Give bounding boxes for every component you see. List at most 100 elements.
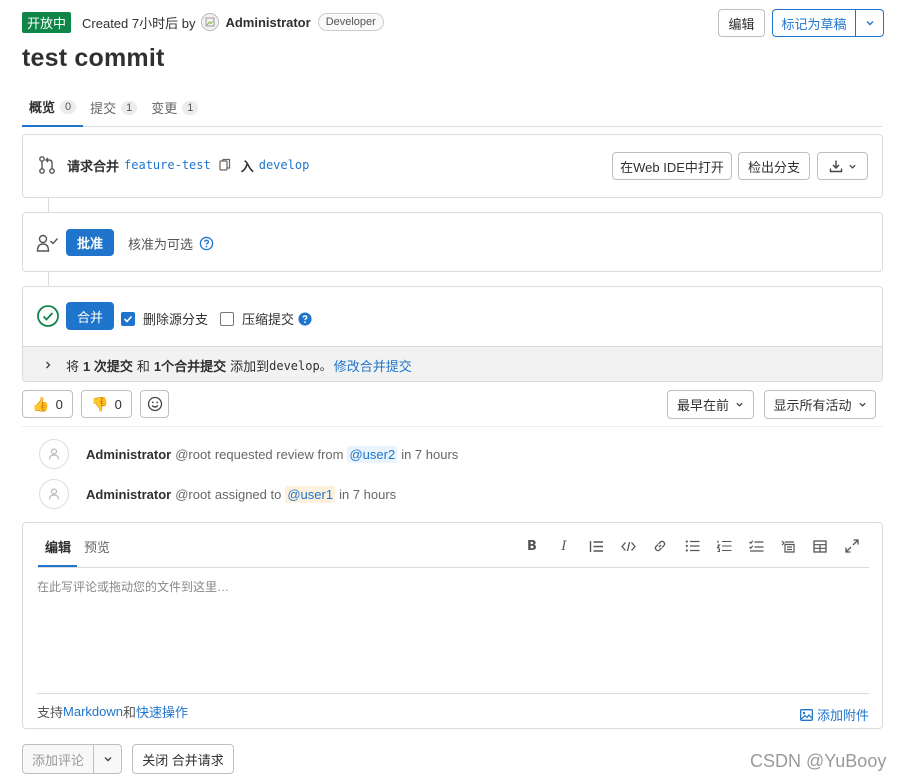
author-name[interactable]: Administrator — [225, 15, 310, 30]
activity-handle[interactable]: @root — [175, 447, 211, 462]
comment-editor: 编辑 预览 B I 在此写评论或拖动您的文件到这里… 支持 Markdown 和… — [22, 522, 883, 729]
italic-icon[interactable]: I — [556, 538, 572, 554]
task-list-icon[interactable] — [748, 538, 764, 554]
attach-file-button[interactable]: 添加附件 — [800, 705, 869, 724]
modify-merge-commit-link[interactable]: 修改合并提交 — [334, 356, 412, 375]
thumbs-down-icon: 👎 — [91, 395, 109, 412]
into-text: 入 — [240, 158, 254, 174]
question-icon[interactable] — [199, 236, 214, 251]
fullscreen-icon[interactable] — [844, 538, 860, 554]
footer-and: 和 — [122, 705, 136, 720]
mr-tabs: 概览 0 提交 1 变更 1 — [22, 88, 882, 127]
user-avatar-icon — [39, 439, 69, 469]
task-list-glyph — [748, 540, 763, 552]
quote-glyph — [589, 540, 603, 552]
add-reaction-button[interactable] — [140, 390, 169, 418]
info-branch: develop。 — [269, 358, 332, 373]
activity-time: in 7 hours — [401, 446, 459, 462]
tab-commits[interactable]: 提交 1 — [83, 88, 144, 127]
status-badge: 开放中 — [22, 11, 72, 33]
copy-branch-icon[interactable] — [219, 158, 231, 172]
timeline-connector — [48, 272, 49, 286]
mark-as-draft-button[interactable]: 标记为草稿 — [773, 10, 856, 36]
editor-footer: 支持 Markdown 和 快速操作 添加附件 — [37, 693, 869, 729]
code-glyph — [620, 541, 636, 551]
editor-tabs: 编辑 预览 B I — [37, 523, 869, 568]
activity-item: Administrator @root requested review fro… — [39, 439, 458, 469]
avatar[interactable] — [201, 13, 220, 31]
activity-filter-dropdown[interactable]: 显示所有活动 — [764, 390, 876, 419]
info-added-to: 添加到 — [230, 358, 270, 374]
created-text: Created 7小时后 by — [82, 15, 196, 31]
close-merge-request-button[interactable]: 关闭 合并请求 — [132, 744, 234, 774]
chevron-down-icon — [736, 402, 743, 407]
collapsible-glyph — [781, 540, 795, 553]
checkout-branch-button[interactable]: 检出分支 — [738, 152, 810, 180]
bullet-list-glyph — [685, 540, 699, 552]
question-filled-icon[interactable] — [298, 311, 312, 326]
sort-order-dropdown[interactable]: 最早在前 — [667, 390, 754, 419]
user-icon — [48, 448, 60, 460]
checkbox-checked[interactable] — [121, 311, 135, 326]
tab-label: 提交 — [90, 101, 117, 116]
tab-count: 1 — [121, 100, 138, 115]
tab-overview[interactable]: 概览 0 — [22, 88, 84, 127]
branch-info: 请求合并 feature-test 入 develop — [37, 155, 309, 175]
info-prefix: 将 — [66, 358, 80, 374]
thumbs-up-count: 0 — [55, 396, 63, 412]
download-dropdown-button[interactable] — [817, 152, 868, 180]
thumbs-down-count: 0 — [114, 396, 122, 412]
checkbox-label: 删除源分支 — [143, 312, 209, 327]
tab-preview[interactable]: 预览 — [84, 537, 110, 556]
expand-glyph — [845, 539, 859, 553]
activity-item: Administrator @root assigned to @user1 i… — [39, 479, 396, 509]
activity-author[interactable]: Administrator — [86, 447, 171, 462]
add-comment-button[interactable]: 添加评论 — [23, 745, 94, 773]
draft-dropdown-toggle[interactable] — [856, 10, 883, 36]
checkbox-unchecked[interactable] — [220, 311, 234, 326]
approval-card: 批准 核准为可选 — [22, 212, 883, 272]
thumbs-down-button[interactable]: 👎 0 — [81, 390, 132, 418]
tab-label: 概览 — [29, 100, 56, 115]
user-avatar-icon — [39, 479, 69, 509]
filter-label: 显示所有活动 — [773, 398, 852, 413]
code-icon[interactable] — [620, 538, 636, 554]
activity-author[interactable]: Administrator — [86, 487, 171, 502]
user-mention[interactable]: @user2 — [347, 445, 398, 463]
target-branch-link[interactable]: develop — [259, 158, 310, 172]
squash-commits-checkbox[interactable]: 压缩提交 — [220, 309, 312, 328]
comment-textarea[interactable]: 在此写评论或拖动您的文件到这里… — [37, 578, 229, 595]
mr-header: 开放中 Created 7小时后 by Administrator Develo… — [22, 11, 384, 33]
approve-button[interactable]: 批准 — [66, 229, 114, 256]
table-glyph — [813, 539, 827, 553]
activity-handle[interactable]: @root — [175, 487, 211, 502]
numbered-list-icon[interactable] — [716, 538, 732, 554]
merge-button[interactable]: 合并 — [66, 302, 114, 330]
draft-button-group: 标记为草稿 — [772, 9, 884, 37]
quick-actions-link[interactable]: 快速操作 — [136, 702, 188, 721]
bullet-list-icon[interactable] — [684, 538, 700, 554]
open-in-web-ide-button[interactable]: 在Web IDE中打开 — [612, 152, 732, 180]
edit-button[interactable]: 编辑 — [718, 9, 765, 37]
tab-write[interactable]: 编辑 — [45, 537, 71, 556]
quote-icon[interactable] — [588, 538, 604, 554]
chevron-right-icon[interactable] — [43, 360, 53, 370]
collapsible-section-icon[interactable] — [780, 538, 796, 554]
check-circle-icon — [37, 305, 59, 327]
markdown-link[interactable]: Markdown — [63, 704, 123, 719]
smiley-icon — [147, 396, 162, 412]
link-icon[interactable] — [652, 538, 668, 554]
add-comment-group: 添加评论 — [22, 744, 122, 774]
table-icon[interactable] — [812, 538, 828, 554]
chevron-down-icon — [848, 164, 856, 169]
tab-changes[interactable]: 变更 1 — [144, 88, 205, 127]
user-mention[interactable]: @user1 — [285, 485, 336, 503]
thumbs-up-button[interactable]: 👍 0 — [22, 390, 73, 418]
bold-icon[interactable]: B — [524, 538, 540, 554]
delete-source-branch-checkbox[interactable]: 删除源分支 — [121, 309, 208, 328]
comment-type-dropdown[interactable] — [94, 745, 121, 773]
user-icon — [48, 488, 60, 500]
attach-label: 添加附件 — [816, 708, 869, 723]
source-branch-link[interactable]: feature-test — [124, 158, 211, 172]
copy-icon — [219, 158, 230, 171]
